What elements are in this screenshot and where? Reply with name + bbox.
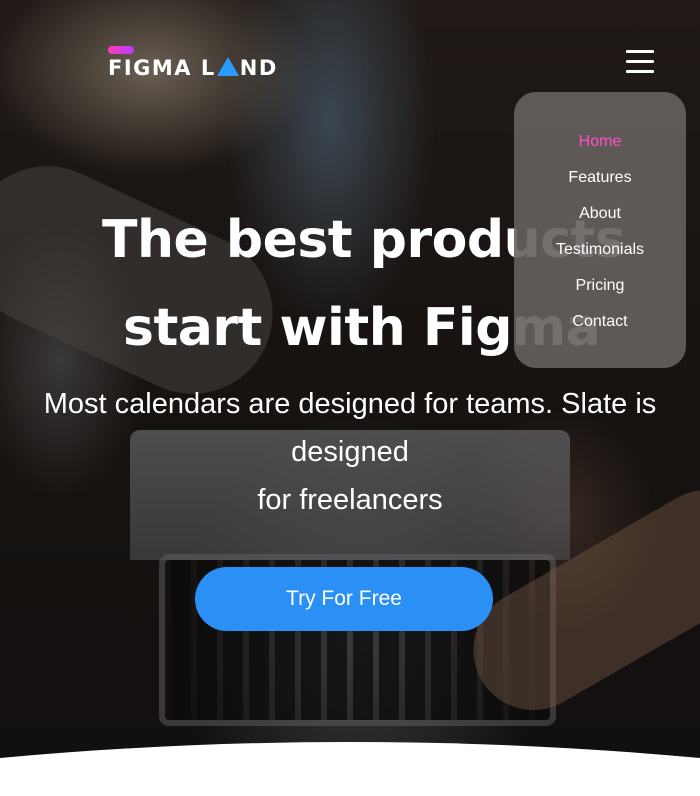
logo-text-part1: FIGMA L — [108, 56, 216, 80]
nav-item-features[interactable]: Features — [514, 168, 686, 204]
hamburger-line — [626, 70, 654, 73]
logo-text: FIGMA L ND — [108, 56, 278, 80]
hamburger-line — [626, 50, 654, 53]
hamburger-icon[interactable] — [626, 48, 654, 76]
hero-bottom-curve — [0, 742, 700, 796]
hero-subtitle-line3: for freelancers — [257, 484, 443, 516]
nav-dropdown-menu: Home Features About Testimonials Pricing… — [514, 92, 686, 368]
brand-logo[interactable]: FIGMA L ND — [108, 46, 278, 82]
nav-list: Home Features About Testimonials Pricing… — [514, 132, 686, 348]
logo-text-part2: ND — [239, 56, 278, 80]
nav-item-about[interactable]: About — [514, 204, 686, 240]
nav-item-testimonials[interactable]: Testimonials — [514, 240, 686, 276]
nav-item-pricing[interactable]: Pricing — [514, 276, 686, 312]
try-for-free-button[interactable]: Try For Free — [195, 567, 493, 631]
nav-item-contact[interactable]: Contact — [514, 312, 686, 348]
hero-subtitle: Most calendars are designed for teams. S… — [12, 380, 688, 524]
nav-item-home[interactable]: Home — [514, 132, 686, 168]
hamburger-line — [626, 60, 654, 63]
hero-subtitle-line1: Most calendars are designed for teams. S… — [43, 388, 657, 420]
hero-subtitle-line2: designed — [291, 436, 409, 468]
logo-triangle-icon — [216, 57, 239, 76]
logo-accent-bar — [108, 46, 134, 54]
